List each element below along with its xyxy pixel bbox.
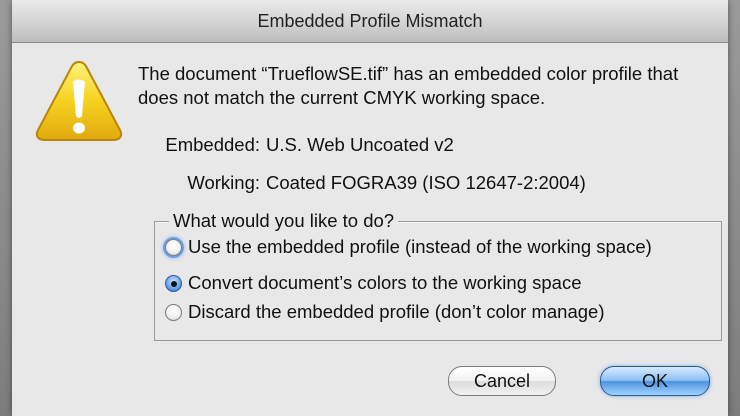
option-discard-embedded[interactable]: Discard the embedded profile (don’t colo…	[165, 301, 604, 323]
working-profile-row: Working: Coated FOGRA39 (ISO 12647-2:2004…	[138, 172, 586, 194]
working-label: Working:	[187, 172, 260, 193]
option-use-embedded[interactable]: Use the embedded profile (instead of the…	[165, 236, 652, 258]
action-options-group: What would you like to do? Use the embed…	[154, 210, 722, 341]
embedded-profile-row: Embedded: U.S. Web Uncoated v2	[138, 134, 454, 156]
dialog-title: Embedded Profile Mismatch	[257, 10, 483, 31]
ok-button[interactable]: OK	[600, 366, 710, 396]
option-label: Use the embedded profile (instead of the…	[188, 236, 652, 257]
group-label: What would you like to do?	[169, 210, 399, 232]
option-label: Discard the embedded profile (don’t colo…	[188, 301, 605, 322]
dialog-message: The document “TrueflowSE.tif” has an emb…	[138, 63, 679, 108]
working-value: Coated FOGRA39 (ISO 12647-2:2004)	[266, 172, 586, 193]
cancel-button[interactable]: Cancel	[448, 366, 556, 396]
embedded-value: U.S. Web Uncoated v2	[266, 134, 454, 155]
option-label: Convert document’s colors to the working…	[188, 272, 582, 293]
background-strip-right	[728, 0, 740, 416]
warning-triangle-icon	[35, 60, 123, 141]
dialog-titlebar[interactable]: Embedded Profile Mismatch	[12, 0, 728, 43]
radio-dot-icon	[171, 280, 177, 287]
option-convert-to-working[interactable]: Convert document’s colors to the working…	[165, 272, 582, 294]
embedded-profile-mismatch-dialog: Embedded Profile Mismatch The document “…	[12, 0, 728, 416]
radio-button[interactable]	[165, 303, 182, 321]
background-strip-left	[0, 0, 12, 416]
radio-button[interactable]	[165, 238, 182, 256]
radio-button-selected[interactable]	[165, 274, 182, 292]
embedded-label: Embedded:	[165, 134, 260, 155]
